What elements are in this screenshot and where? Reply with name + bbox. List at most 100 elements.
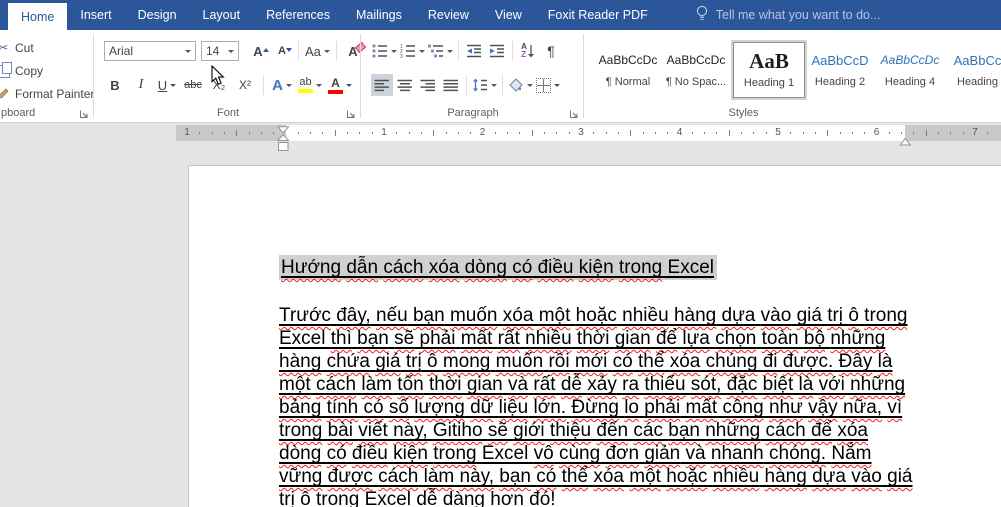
document-line[interactable]: trị ô trong Excel dễ dàng hơn đó!: [279, 488, 556, 507]
borders-button[interactable]: [535, 74, 561, 96]
document-line[interactable]: một cách làm tốn thời gian và rất dễ xảy…: [279, 373, 905, 396]
format-painter-button[interactable]: Format Painter: [0, 84, 94, 104]
tab-layout[interactable]: Layout: [190, 0, 254, 30]
decrease-indent-button[interactable]: [463, 40, 485, 62]
ruler-tick: [248, 132, 250, 134]
tab-home[interactable]: Home: [8, 3, 68, 30]
right-indent-marker[interactable]: [898, 133, 912, 151]
tab-view[interactable]: View: [482, 0, 535, 30]
copy-button[interactable]: Copy: [0, 61, 43, 81]
document-word: được.: [782, 351, 834, 372]
ruler-tick: [765, 132, 767, 134]
document-line[interactable]: Trước đây, nếu bạn muốn xóa một hoặc nhi…: [279, 304, 907, 327]
sort-button[interactable]: A Z: [517, 40, 539, 62]
superscript-button[interactable]: X²: [234, 74, 256, 96]
document-line[interactable]: hàng chứa giá trị ô mong muốn rồi mới có…: [279, 350, 892, 373]
divider: [335, 41, 337, 61]
grow-font-button[interactable]: A: [247, 40, 269, 62]
document-word: ô: [300, 489, 311, 507]
horizontal-ruler[interactable]: 1 1 2 3 4 5 6 7: [176, 125, 1001, 141]
style--normal[interactable]: AaBbCcDc ¶ Normal: [597, 42, 659, 98]
style-heading[interactable]: AaBbCc Heading: [950, 42, 1001, 98]
text-highlight-button[interactable]: ab: [297, 74, 323, 96]
document-word: để: [810, 420, 833, 441]
ribbon-tab-bar: Home Insert Design Layout References Mailings…: [0, 0, 1001, 30]
numbering-button[interactable]: 123: [399, 40, 426, 62]
style-heading-4[interactable]: AaBbCcDc Heading 4: [877, 42, 943, 98]
document-line[interactable]: bảng tính có số lượng dữ liệu lớn. Đừng …: [279, 396, 902, 419]
ruler-tick: [605, 132, 607, 134]
text-effects-button[interactable]: A: [271, 74, 293, 96]
increase-indent-button[interactable]: [486, 40, 508, 62]
underline-button[interactable]: U: [156, 74, 178, 96]
ruler-tick: [457, 132, 459, 134]
hanging-indent-marker: [276, 133, 290, 141]
font-group: Arial 14 A A Aa A B I U abc X₂ X² A ab A…: [96, 30, 366, 122]
italic-button[interactable]: I: [130, 74, 152, 96]
paragraph-dialog-launcher-icon[interactable]: [569, 108, 579, 118]
style--no-spac-[interactable]: AaBbCcDc ¶ No Spac...: [663, 42, 729, 98]
style-heading-1[interactable]: AaB Heading 1: [731, 40, 807, 100]
ruler-tick: [617, 132, 619, 134]
ruler-tick: [494, 132, 496, 134]
ruler-tick: [962, 132, 964, 134]
document-word: lớn.: [533, 397, 567, 418]
strikethrough-button[interactable]: abc: [182, 74, 204, 96]
shrink-font-button[interactable]: A: [271, 40, 293, 62]
justify-button[interactable]: [440, 74, 462, 96]
document-word: thể: [561, 466, 589, 487]
document-heading-line[interactable]: Hướng dẫn cách xóa dòng có điều kiện tro…: [279, 255, 717, 280]
document-word: đơn: [605, 443, 640, 464]
font-dialog-launcher-icon[interactable]: [346, 108, 356, 118]
clipboard-dialog-launcher-icon[interactable]: [79, 108, 89, 118]
subscript-button[interactable]: X₂: [208, 74, 230, 96]
style-heading-2[interactable]: AaBbCcD Heading 2: [809, 42, 871, 98]
shading-button[interactable]: [507, 74, 534, 96]
multilevel-list-button[interactable]: [427, 40, 454, 62]
ruler-tick: [568, 132, 570, 134]
document-word: ô: [426, 351, 438, 372]
tab-insert[interactable]: Insert: [67, 0, 124, 30]
font-size-combobox[interactable]: 14: [201, 41, 239, 61]
document-line[interactable]: vững được cách làm này, bạn có thể xóa m…: [279, 465, 912, 488]
document-word: Excel: [481, 443, 529, 464]
font-name-combobox[interactable]: Arial: [104, 41, 196, 61]
style-label: Heading 1: [743, 77, 795, 89]
tab-mailings[interactable]: Mailings: [343, 0, 415, 30]
document-word: số: [388, 397, 409, 418]
align-center-button[interactable]: [394, 74, 416, 96]
tab-foxit-reader-pdf[interactable]: Foxit Reader PDF: [535, 0, 661, 30]
indent-markers[interactable]: [276, 126, 290, 157]
document-page[interactable]: Hướng dẫn cách xóa dòng có điều kiện tro…: [188, 165, 1001, 507]
document-word: giá: [375, 351, 401, 372]
tell-me-box[interactable]: Tell me what you want to do...: [695, 0, 880, 30]
tab-review[interactable]: Review: [415, 0, 482, 30]
document-line[interactable]: dòng có điều kiện trong Excel vô cùng đơ…: [279, 442, 871, 465]
font-color-button[interactable]: A: [327, 74, 353, 96]
document-word: Đừng: [571, 397, 619, 418]
ruler-tick: [236, 130, 238, 136]
document-word: đó!: [529, 489, 556, 507]
bullets-button[interactable]: [371, 40, 398, 62]
bullets-icon: [372, 44, 387, 58]
tab-design[interactable]: Design: [125, 0, 190, 30]
align-left-button[interactable]: [371, 74, 393, 96]
change-case-button[interactable]: Aa: [304, 40, 331, 62]
document-word: cách: [383, 257, 424, 278]
document-word: và: [685, 443, 706, 464]
document-line[interactable]: trong bài viết này, Gitiho sẽ giới thiệu…: [279, 419, 868, 442]
clear-formatting-icon: A: [348, 41, 366, 59]
ruler-tick: [556, 132, 558, 134]
show-formatting-marks-button[interactable]: ¶: [540, 40, 562, 62]
document-word: kiện: [578, 257, 614, 278]
bold-button[interactable]: B: [104, 74, 126, 96]
line-spacing-button[interactable]: [471, 74, 498, 96]
cut-button[interactable]: ✂ Cut: [0, 38, 34, 58]
ruler-tick: [728, 130, 730, 136]
align-right-button[interactable]: [417, 74, 439, 96]
tab-references[interactable]: References: [253, 0, 343, 30]
document-word: rất: [533, 374, 556, 395]
document-line[interactable]: Excel thì bạn sẽ phải mất rất nhiều thời…: [279, 327, 885, 350]
ruler-tick: [223, 132, 225, 134]
document-word: giá: [887, 466, 913, 487]
